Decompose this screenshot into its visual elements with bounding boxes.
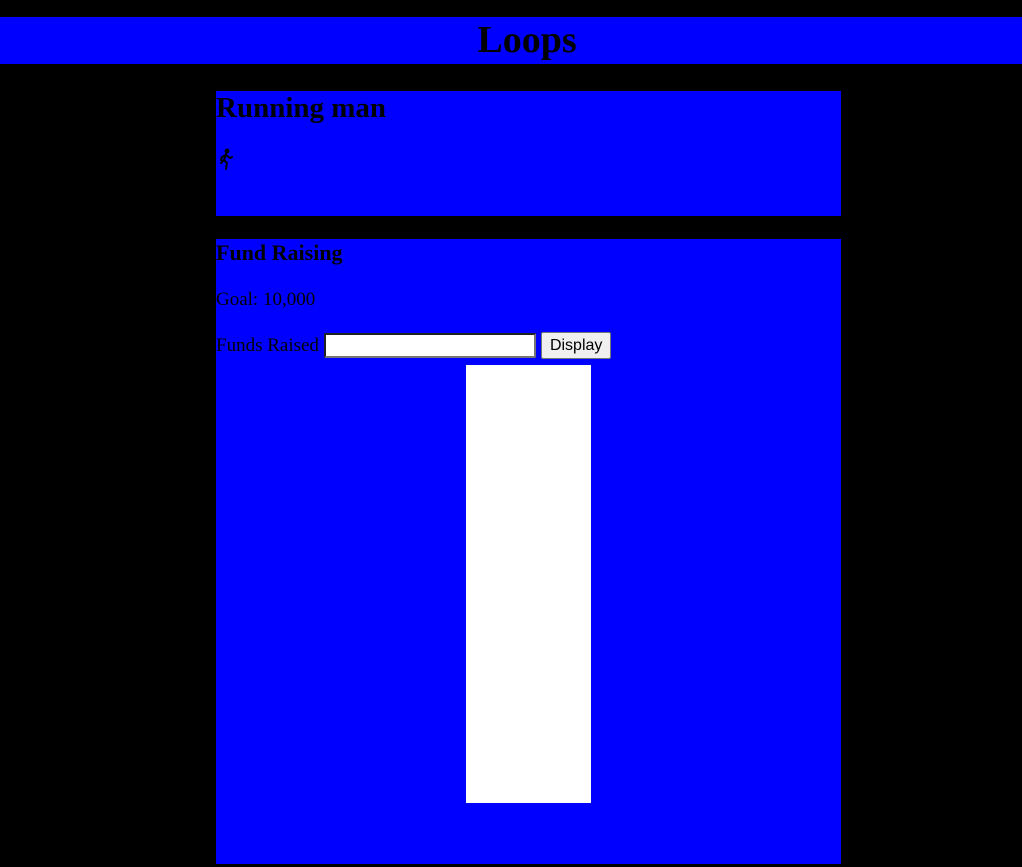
fund-thermometer [466,365,591,803]
goal-text: Goal: 10,000 [216,289,316,310]
funds-row: Funds Raised Display [216,332,612,359]
running-man-section: Running man [216,91,841,216]
running-man-icon [220,148,233,170]
page-header: Loops [0,17,1022,64]
fund-raising-heading: Fund Raising [216,240,343,265]
page-title: Loops [477,19,577,61]
running-man-heading: Running man [216,92,387,124]
funds-raised-input[interactable] [323,333,536,358]
fund-raising-section: Fund Raising Goal: 10,000 Funds Raised D… [216,239,841,864]
display-button[interactable]: Display [540,332,612,359]
funds-raised-label: Funds Raised [216,334,319,356]
